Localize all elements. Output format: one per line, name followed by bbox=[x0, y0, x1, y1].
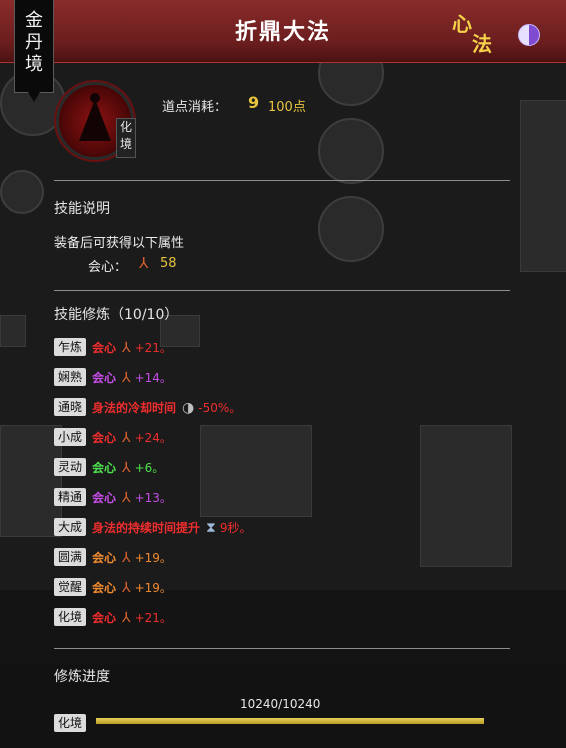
effect-stat: 会心 bbox=[92, 610, 117, 625]
bg-skill-slot bbox=[318, 118, 384, 184]
bg-panel bbox=[0, 315, 26, 347]
effect-stat: 会心 bbox=[92, 550, 117, 565]
cooldown-icon: ◑ bbox=[182, 399, 195, 416]
crit-icon: ⅄ bbox=[139, 254, 149, 272]
progress-title: 修炼进度 bbox=[54, 669, 110, 685]
training-effect: 会心 ⅄ +6。 bbox=[92, 459, 164, 476]
skill-level-badge: 化境 bbox=[116, 118, 136, 158]
effect-value: +13。 bbox=[134, 490, 172, 505]
effect-stat: 身法的持续时间提升 bbox=[92, 520, 201, 535]
crit-icon: ⅄ bbox=[122, 549, 131, 566]
crit-icon: ⅄ bbox=[122, 459, 131, 476]
training-effect: 身法的持续时间提升 ⧗ 9秒。 bbox=[92, 519, 251, 536]
training-stage-tag: 灵动 bbox=[54, 458, 86, 476]
progress-text: 10240/10240 bbox=[240, 697, 321, 711]
effect-value: +19。 bbox=[134, 550, 172, 565]
training-stage-tag: 圆满 bbox=[54, 548, 86, 566]
effect-value: +19。 bbox=[134, 580, 172, 595]
logo-char-1: 心 bbox=[452, 12, 472, 36]
effect-value: +21。 bbox=[134, 340, 172, 355]
crit-icon: ⅄ bbox=[122, 579, 131, 596]
training-row: 精通 会心 ⅄ +13。 bbox=[54, 488, 172, 508]
figure-body bbox=[79, 99, 111, 141]
logo-char-2: 法 bbox=[472, 32, 492, 56]
training-stage-tag: 化境 bbox=[54, 608, 86, 626]
training-row: 小成 会心 ⅄ +24。 bbox=[54, 428, 172, 448]
divider bbox=[54, 648, 510, 649]
effect-stat: 会心 bbox=[92, 490, 117, 505]
bg-panel bbox=[520, 100, 566, 272]
training-title: 技能修炼（10/10） bbox=[54, 307, 179, 323]
crit-icon: ⅄ bbox=[122, 369, 131, 386]
skill-description-text: 装备后可获得以下属性 bbox=[54, 236, 185, 251]
effect-stat: 会心 bbox=[92, 430, 117, 445]
training-stage-tag: 小成 bbox=[54, 428, 86, 446]
effect-value: -50%。 bbox=[198, 400, 242, 415]
bg-skill-slot bbox=[318, 196, 384, 262]
training-effect: 会心 ⅄ +19。 bbox=[92, 549, 172, 566]
training-stage-tag: 乍炼 bbox=[54, 338, 86, 356]
bg-skill-slot bbox=[0, 170, 44, 214]
training-stage-tag: 觉醒 bbox=[54, 578, 86, 596]
training-effect: 会心 ⅄ +14。 bbox=[92, 369, 172, 386]
training-row: 灵动 会心 ⅄ +6。 bbox=[54, 458, 164, 478]
training-effect: 会心 ⅄ +24。 bbox=[92, 429, 172, 446]
cost-value: 100点 bbox=[268, 100, 306, 115]
training-row: 觉醒 会心 ⅄ +19。 bbox=[54, 578, 172, 598]
training-row: 乍炼 会心 ⅄ +21。 bbox=[54, 338, 172, 358]
divider bbox=[54, 290, 510, 291]
training-stage-tag: 精通 bbox=[54, 488, 86, 506]
divider bbox=[54, 180, 510, 181]
training-row: 通晓 身法的冷却时间 ◑ -50%。 bbox=[54, 398, 241, 418]
training-row: 大成 身法的持续时间提升 ⧗ 9秒。 bbox=[54, 518, 251, 538]
training-effect: 会心 ⅄ +13。 bbox=[92, 489, 172, 506]
effect-value: +21。 bbox=[134, 610, 172, 625]
training-row: 娴熟 会心 ⅄ +14。 bbox=[54, 368, 172, 388]
progress-tag: 化境 bbox=[54, 714, 86, 732]
effect-value: +14。 bbox=[134, 370, 172, 385]
training-stage-tag: 大成 bbox=[54, 518, 86, 536]
effect-stat: 会心 bbox=[92, 370, 117, 385]
cost-label: 道点消耗： bbox=[162, 100, 228, 115]
training-effect: 会心 ⅄ +19。 bbox=[92, 579, 172, 596]
effect-stat: 会心 bbox=[92, 340, 117, 355]
effect-stat: 会心 bbox=[92, 460, 117, 475]
xinfa-logo: 心 法 bbox=[452, 12, 496, 56]
yinyang-icon[interactable]: yinyang-icon bbox=[518, 24, 540, 46]
crit-icon: ⅄ bbox=[122, 609, 131, 626]
training-effect: 会心 ⅄ +21。 bbox=[92, 339, 172, 356]
crit-icon: ⅄ bbox=[122, 339, 131, 356]
training-stage-tag: 通晓 bbox=[54, 398, 86, 416]
bg-panel bbox=[200, 425, 312, 517]
realm-label: 金丹境 bbox=[25, 10, 43, 75]
training-row: 圆满 会心 ⅄ +19。 bbox=[54, 548, 172, 568]
realm-tag-point bbox=[28, 92, 40, 102]
bonus-label: 会心： bbox=[88, 260, 128, 275]
dao-point-icon: 9 bbox=[248, 93, 260, 112]
bonus-value: 58 bbox=[160, 256, 177, 271]
crit-icon: ⅄ bbox=[122, 429, 131, 446]
bg-panel bbox=[0, 425, 62, 537]
effect-value: 9秒。 bbox=[219, 520, 252, 535]
crit-icon: ⅄ bbox=[122, 489, 131, 506]
effect-stat: 会心 bbox=[92, 580, 117, 595]
training-stage-tag: 娴熟 bbox=[54, 368, 86, 386]
skill-description-title: 技能说明 bbox=[54, 201, 110, 217]
bg-panel bbox=[420, 425, 512, 567]
realm-tag: 金丹境 bbox=[14, 0, 54, 102]
progress-bar bbox=[96, 718, 484, 724]
hourglass-icon: ⧗ bbox=[206, 519, 216, 536]
effect-stat: 身法的冷却时间 bbox=[92, 400, 177, 415]
progress-fill bbox=[96, 718, 484, 724]
effect-value: +24。 bbox=[134, 430, 172, 445]
training-row: 化境 会心 ⅄ +21。 bbox=[54, 608, 172, 628]
training-effect: 会心 ⅄ +21。 bbox=[92, 609, 172, 626]
title-bar: 折鼎大法 心 法 yinyang-icon bbox=[0, 0, 566, 63]
training-effect: 身法的冷却时间 ◑ -50%。 bbox=[92, 399, 241, 416]
effect-value: +6。 bbox=[134, 460, 165, 475]
